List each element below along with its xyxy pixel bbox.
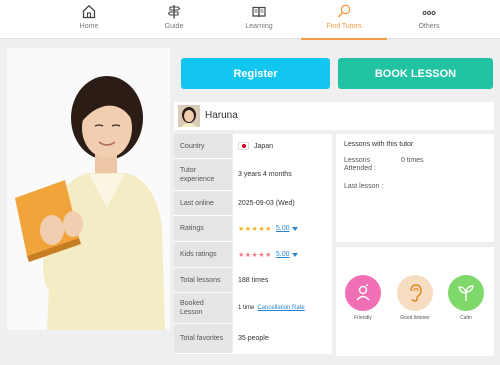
- tutor-info-table: Country Japan Tutor experience 3 years 4…: [174, 134, 332, 354]
- badge-friendly: Friendly: [345, 275, 381, 321]
- search-icon: [337, 4, 351, 18]
- last-online-value: 2025-09-03 (Wed): [232, 191, 332, 215]
- tutor-name: Haruna: [205, 110, 238, 121]
- badge-calm: Calm: [448, 275, 484, 321]
- row-ratings: Ratings ★★★★★ 5.00: [174, 216, 332, 242]
- chevron-down-icon[interactable]: [291, 252, 298, 257]
- lessons-attended-label: Lessons Attended :: [344, 157, 376, 172]
- badge-good-listener: Good listener: [397, 275, 433, 321]
- lessons-attended: Lessons Attended : 0 times: [344, 157, 486, 175]
- more-dots-icon: [422, 11, 436, 15]
- ratings-label: Ratings: [174, 216, 232, 241]
- experience-label: Tutor experience: [174, 159, 232, 190]
- experience-value: 3 years 4 months: [232, 159, 332, 190]
- kids-ratings-label: Kids ratings: [174, 242, 232, 267]
- nav-others-label: Others: [418, 23, 440, 30]
- ratings-stars: ★★★★★: [238, 225, 272, 233]
- country-value: Japan: [254, 142, 274, 150]
- badge-good-listener-label: Good listener: [400, 315, 430, 321]
- cancellation-rate-link[interactable]: Cancellation Rate: [257, 305, 304, 311]
- booked-lesson-value-cell: 1 time Cancellation Rate: [232, 293, 332, 323]
- last-online-label: Last online: [174, 191, 232, 215]
- row-booked-lesson: Booked Lesson 1 time Cancellation Rate: [174, 293, 332, 324]
- total-favorites-label: Total favorites: [174, 324, 232, 353]
- signpost-icon: [167, 5, 181, 19]
- row-total-lessons: Total lessons 188 times: [174, 268, 332, 293]
- tutor-name-bar: Haruna: [174, 102, 494, 130]
- lessons-panel-title: Lessons with this tutor: [344, 141, 414, 148]
- nav-find-tutors[interactable]: Find Tutors: [301, 0, 387, 40]
- ratings-link[interactable]: 5.00: [276, 225, 290, 232]
- avatar: [178, 105, 200, 127]
- last-lesson-label: Last lesson :: [344, 183, 384, 190]
- book-lesson-button[interactable]: BOOK LESSON: [338, 58, 493, 89]
- tutor-badges-panel: Friendly Good listener Calm: [336, 247, 494, 356]
- lessons-attended-value: 0 times: [401, 157, 424, 164]
- japan-flag-icon: [238, 142, 249, 150]
- top-nav: Home Guide Learning Find Tutors Others: [0, 0, 500, 40]
- country-value-cell: Japan: [232, 134, 332, 158]
- ratings-value-cell: ★★★★★ 5.00: [232, 216, 332, 241]
- ear-icon: [397, 275, 433, 311]
- badge-calm-label: Calm: [460, 315, 472, 321]
- nav-home[interactable]: Home: [46, 0, 132, 39]
- kids-ratings-link[interactable]: 5.00: [276, 251, 290, 258]
- badge-friendly-label: Friendly: [354, 315, 372, 321]
- kids-ratings-value-cell: ★★★★★ 5.00: [232, 242, 332, 267]
- nav-learning[interactable]: Learning: [216, 0, 302, 39]
- booked-lesson-label: Booked Lesson: [174, 293, 232, 323]
- friendly-icon: [345, 275, 381, 311]
- lessons-with-tutor-panel: Lessons with this tutor Lessons Attended…: [336, 134, 494, 242]
- book-icon: [252, 6, 266, 18]
- chevron-down-icon[interactable]: [291, 226, 298, 231]
- row-total-favorites: Total favorites 35 people: [174, 324, 332, 354]
- nav-guide[interactable]: Guide: [131, 0, 217, 39]
- total-lessons-value: 188 times: [232, 268, 332, 292]
- nav-others[interactable]: Others: [386, 0, 472, 39]
- nav-learning-label: Learning: [245, 23, 273, 30]
- row-kids-ratings: Kids ratings ★★★★★ 5.00: [174, 242, 332, 268]
- booked-lesson-times: 1 time: [238, 305, 255, 311]
- nav-find-tutors-label: Find Tutors: [326, 23, 362, 30]
- country-label: Country: [174, 134, 232, 158]
- tutor-photo: [7, 48, 170, 330]
- nav-home-label: Home: [79, 23, 99, 30]
- total-favorites-value: 35 people: [232, 324, 332, 353]
- home-icon: [82, 4, 96, 19]
- register-button[interactable]: Register: [181, 58, 330, 89]
- nav-guide-label: Guide: [164, 23, 184, 30]
- row-experience: Tutor experience 3 years 4 months: [174, 159, 332, 191]
- kids-ratings-stars: ★★★★★: [238, 251, 272, 259]
- row-last-online: Last online 2025-09-03 (Wed): [174, 191, 332, 216]
- sprout-icon: [448, 275, 484, 311]
- row-country: Country Japan: [174, 134, 332, 159]
- total-lessons-label: Total lessons: [174, 268, 232, 292]
